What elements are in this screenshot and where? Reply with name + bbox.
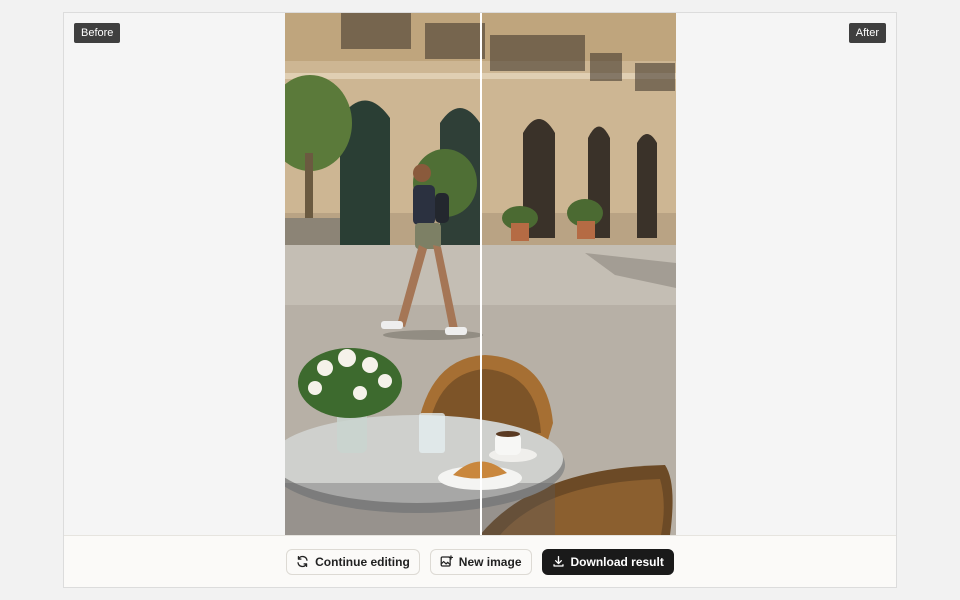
balcony xyxy=(590,53,622,81)
continue-editing-button[interactable]: Continue editing xyxy=(286,548,420,575)
balcony xyxy=(341,13,411,49)
image-add-icon xyxy=(440,555,453,568)
after-label: After xyxy=(848,23,886,43)
sneaker xyxy=(381,321,403,329)
arched-door xyxy=(637,134,657,238)
balcony xyxy=(490,35,585,71)
before-label: Before xyxy=(74,23,121,43)
person-head xyxy=(413,164,431,182)
refresh-icon xyxy=(296,555,309,568)
sneaker xyxy=(445,327,467,335)
continue-editing-label: Continue editing xyxy=(315,554,410,569)
shadow xyxy=(383,330,483,340)
balcony xyxy=(635,63,675,91)
new-image-button[interactable]: New image xyxy=(429,548,532,575)
download-icon xyxy=(552,555,565,568)
person-shirt xyxy=(413,185,435,225)
download-result-label: Download result xyxy=(570,554,664,569)
new-image-label: New image xyxy=(458,554,522,569)
backpack xyxy=(435,193,449,223)
action-bar: Continue editing New image Download resu… xyxy=(64,535,896,587)
balcony xyxy=(425,23,485,59)
comparison-divider-handle[interactable] xyxy=(479,13,482,535)
download-result-button[interactable]: Download result xyxy=(541,548,674,575)
plant-pot xyxy=(511,223,529,241)
comparison-card: Before After Continue editing New image xyxy=(63,12,897,588)
water-glass xyxy=(419,413,445,453)
person-shorts xyxy=(415,223,441,249)
plant-pot xyxy=(577,221,595,239)
compare-stage[interactable]: Before After xyxy=(64,13,896,535)
